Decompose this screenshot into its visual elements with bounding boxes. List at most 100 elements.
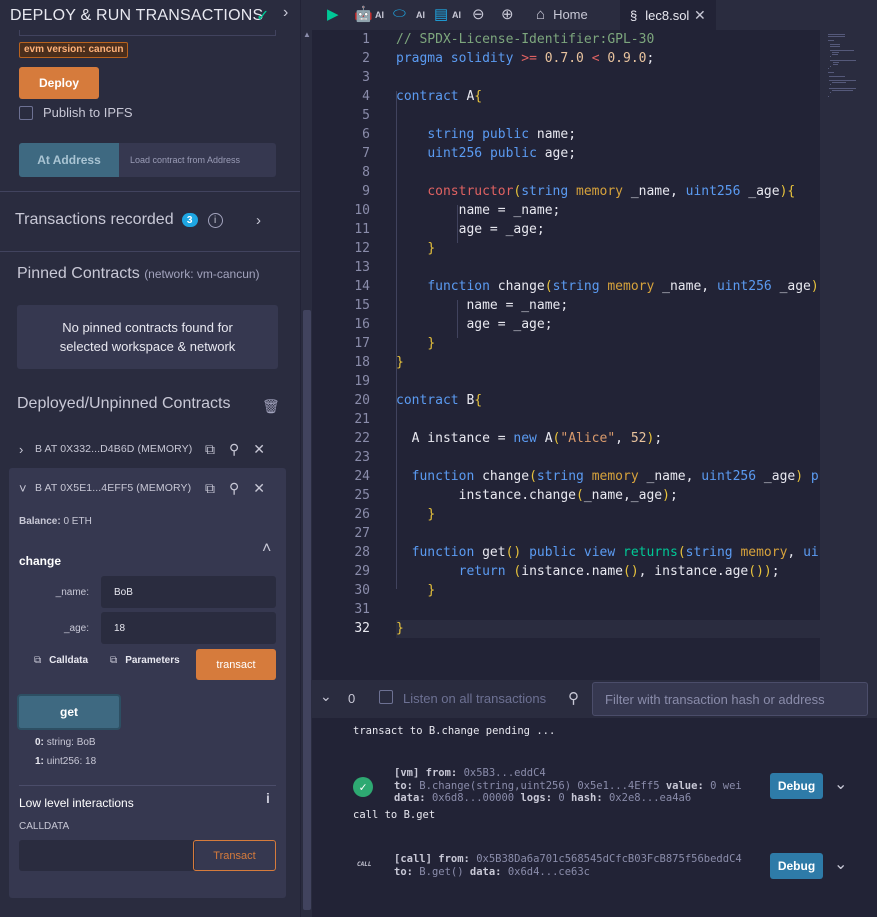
minimap-line [828,36,845,37]
instance-row[interactable]: ˅ B AT 0X5E1...4EFF5 (MEMORY) ⧉ ⚲ ✕ [19,476,281,500]
chevron-right-icon[interactable]: › [19,442,35,457]
chevron-down-icon[interactable]: ˅ [19,481,35,496]
chevron-up-icon[interactable]: ˄ [262,540,271,558]
home-icon: ⌂ [536,6,546,23]
scroll-up-icon[interactable]: ▲ [303,30,311,39]
line-number: 29 [354,564,370,579]
code-line: function get() public view returns(strin… [411,545,820,560]
code-line: age = _age; [396,317,553,332]
debug-button[interactable]: Debug [770,853,823,879]
terminal-log: transact to B.change pending ... ✓ [vm] … [312,718,877,917]
code-line: } [427,336,436,351]
line-number: 11 [354,222,370,237]
pin-icon[interactable]: ⚲ [229,441,239,458]
code-line: // SPDX-License-Identifier:GPL-30 [396,32,655,47]
low-level-title: Low level interactions [19,796,134,810]
at-address-input[interactable]: Load contract from Address [119,143,276,177]
chevron-right-icon[interactable]: › [283,4,288,22]
tab-file-label: lec8.sol [645,7,690,23]
code-editor[interactable]: 1 // SPDX-License-Identifier:GPL-30 2 pragm… [312,30,820,680]
environment-box-edge [19,30,276,36]
transact-button[interactable]: transact [196,649,276,680]
code-line: } [396,621,404,636]
minimap-line [829,80,856,81]
play-icon[interactable]: ▶ [327,5,339,23]
at-address-button[interactable]: At Address [19,143,119,177]
output-value: string: BoB [46,737,96,748]
instance-row[interactable]: › B AT 0X332...D4B6D (MEMORY) ⧉ ⚲ ✕ [19,437,281,461]
tx-header: [vm] from: 0x5B3...eddC4 [394,767,546,779]
param-age-input[interactable]: 18 [101,612,276,644]
minimap-line [828,34,845,35]
code-line: constructor(string memory _name, uint256… [427,184,796,199]
filter-input[interactable]: Filter with transaction hash or address [592,682,868,716]
listen-checkbox[interactable] [379,690,393,704]
logs-label: logs: [520,792,553,804]
chevron-down-icon[interactable]: ⌄ [834,854,847,874]
tx-data: data: 0x6d8...00000 logs: 0 hash: 0x2e8.… [394,792,691,804]
balance-label: Balance: [19,516,61,527]
line-number: 9 [362,184,370,199]
hash-label: hash: [571,792,603,804]
tab-lec8[interactable]: § lec8.sol ✕ [620,0,716,30]
zoom-out-icon[interactable]: ⊖ [472,5,485,23]
scrollbar-thumb[interactable] [303,310,311,910]
close-icon[interactable]: ✕ [253,441,265,458]
robot-icon[interactable]: 🤖 [354,5,373,23]
debug-button[interactable]: Debug [770,773,823,799]
ai-doc-icon[interactable]: ▤ [434,5,448,23]
zoom-in-icon[interactable]: ⊕ [501,5,514,23]
get-button[interactable]: get [17,694,121,730]
minimap[interactable] [820,30,877,680]
chevron-down-icon[interactable]: ⌄ [834,774,847,794]
close-icon[interactable]: ✕ [253,480,265,497]
calldata-input[interactable] [19,840,195,871]
param-name-input[interactable]: BoB [101,576,276,608]
minimap-line [830,66,831,67]
balance-value: 0 ETH [63,516,92,527]
transactions-recorded[interactable]: Transactions recorded 3 i [15,211,223,229]
line-number: 19 [354,374,370,389]
instance-name: B AT 0X5E1...4EFF5 (MEMORY) [35,482,192,494]
left-panel-scrollbar[interactable]: ▲ [300,0,312,917]
pin-icon[interactable]: ⚲ [229,480,239,497]
call-from: 0x5B38Da6a701c568545dCfcB03FcB875f56bedd… [476,853,742,865]
trash-icon[interactable]: 🗑 [262,398,280,415]
output-index: 1: [35,756,44,767]
deploy-button[interactable]: Deploy [19,67,99,99]
toggle-icon[interactable]: ⬭ [393,5,406,22]
info-icon[interactable]: i [266,790,270,806]
copy-icon[interactable]: ⧉ [205,480,215,497]
tab-home[interactable]: ⌂ Home [536,6,588,23]
remix-ide: DEPLOY & RUN TRANSACTIONS ✓ › evm versio… [0,0,877,917]
publish-ipfs-checkbox[interactable] [19,105,33,120]
minimap-line [832,62,839,63]
code-line: contract A{ [396,89,483,104]
line-number: 13 [354,260,370,275]
param-name-row: _name: BoB [19,576,276,608]
pinned-contracts-title: Pinned Contracts (network: vm-cancun) [17,265,260,283]
calldata-copy-button[interactable]: Calldata [49,655,88,666]
copy-icon[interactable]: ⧉ [205,441,215,458]
parameters-copy-button[interactable]: Parameters [125,655,179,666]
line-number: 31 [354,602,370,617]
line-number: 27 [354,526,370,541]
tab-home-label: Home [553,7,588,22]
minimap-line [828,96,829,97]
publish-ipfs-label: Publish to IPFS [43,105,133,120]
code-line: age = _age; [396,222,545,237]
minimap-line [828,68,829,69]
code-line: string public name; [427,127,577,142]
output-row: 1: uint256: 18 [35,756,96,767]
close-icon[interactable]: ✕ [694,7,706,24]
line-number: 8 [362,165,370,180]
to-label: to: [394,866,413,878]
collapse-terminal-icon[interactable]: ⌄ [320,688,332,705]
publish-ipfs-row: Publish to IPFS [19,105,133,120]
info-icon[interactable]: i [207,212,223,228]
chevron-right-icon[interactable]: › [256,212,261,229]
code-line: } [396,355,404,370]
vm-tag: [vm] [394,767,420,779]
balance: Balance: 0 ETH [19,516,92,527]
low-level-transact-button[interactable]: Transact [193,840,276,871]
